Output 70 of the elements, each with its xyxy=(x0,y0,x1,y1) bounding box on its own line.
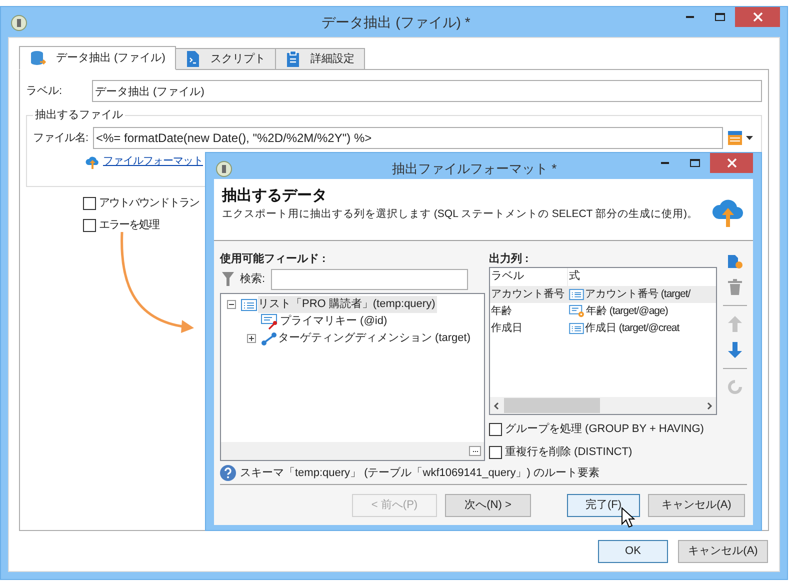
close-button[interactable] xyxy=(710,153,753,173)
form-icon xyxy=(728,131,742,145)
help-icon xyxy=(220,465,236,481)
window-title: データ抽出 (ファイル) * xyxy=(320,13,472,32)
tab[interactable]: 詳細設定 xyxy=(275,48,366,70)
section-label: 出力列 : xyxy=(489,252,529,266)
close-icon xyxy=(726,158,736,168)
dialog-description: エクスポート用に抽出する列を選択します (SQL ステートメントの SELECT 部分の生成に使用)。 xyxy=(222,207,698,222)
search-label: 検索: xyxy=(240,272,266,287)
column-header: 式 xyxy=(568,269,581,284)
table-cell-text: 作成日 (target/@creat xyxy=(585,320,680,336)
filter-icon xyxy=(222,272,234,286)
app-icon xyxy=(216,161,232,177)
table-cell-text: アカウント番号 (target/ xyxy=(585,286,690,302)
list-icon xyxy=(241,298,257,312)
field-label: ラベル: xyxy=(26,84,64,99)
expression-button[interactable] xyxy=(726,131,753,145)
add-column-icon[interactable] xyxy=(727,253,743,269)
field-icon xyxy=(569,289,584,300)
horizontal-scrollbar[interactable] xyxy=(490,397,716,414)
arrow-down-icon[interactable] xyxy=(728,342,742,358)
dialog-heading: 抽出するデータ xyxy=(222,186,328,206)
checkbox-label: グループを処理 (GROUP BY + HAVING) xyxy=(505,422,704,437)
checkbox-label: エラーを処理 xyxy=(99,218,159,233)
table-cell-text: 年齢 xyxy=(490,304,513,319)
dialog-button[interactable]: キャンセル(A) xyxy=(648,494,745,516)
computed-field-icon xyxy=(569,305,585,318)
table-cell-text: アカウント番号 xyxy=(490,286,566,302)
expand-toggle[interactable] xyxy=(247,334,256,343)
checkbox[interactable] xyxy=(83,218,96,232)
table-cell-text: 年齢 (target/@age) xyxy=(586,304,668,319)
section-label: 使用可能フィールド : xyxy=(220,252,326,266)
tab[interactable]: データ抽出 (ファイル) xyxy=(19,46,176,70)
close-icon xyxy=(752,12,762,22)
collapse-toggle[interactable] xyxy=(227,300,236,309)
tree-item[interactable]: ターゲティングディメンション (target) xyxy=(278,330,473,347)
checkbox[interactable] xyxy=(489,446,502,458)
key-field-icon xyxy=(261,314,279,330)
dialog-button[interactable]: OK xyxy=(598,540,668,562)
tree-item[interactable]: プライマリキー (@id) xyxy=(280,313,390,330)
help-text: スキーマ「temp:query」 (テーブル「wkf1069141_query」) のルート要素 xyxy=(240,466,600,481)
field-label: ファイル名: xyxy=(33,130,90,146)
clipboard-icon xyxy=(286,51,300,67)
filename-field[interactable]: <%= formatDate(new Date(), "%2D/%2M/%2Y") %> xyxy=(93,127,723,149)
label-field[interactable]: データ抽出 (ファイル) xyxy=(92,80,762,102)
checkbox[interactable] xyxy=(83,196,96,210)
dialog-button[interactable]: キャンセル(A) xyxy=(678,540,768,562)
tab[interactable]: スクリプト xyxy=(175,48,276,70)
more-button[interactable] xyxy=(469,446,481,456)
checkbox-label: 重複行を削除 (DISTINCT) xyxy=(505,444,632,460)
cloud-upload-icon xyxy=(85,155,100,169)
dialog-button[interactable]: 次へ(N) > xyxy=(445,494,531,516)
search-field[interactable] xyxy=(271,268,468,290)
close-button[interactable] xyxy=(735,7,780,27)
link-icon xyxy=(261,332,277,346)
tree-item[interactable]: リスト「PRO 購読者」(temp:query) xyxy=(258,296,438,313)
table-row[interactable]: アカウント番号 アカウント番号 (target/ xyxy=(490,286,716,303)
dialog-title: 抽出ファイルフォーマット * xyxy=(391,160,558,178)
caret-icon xyxy=(746,136,753,140)
checkbox[interactable] xyxy=(489,422,502,436)
checkbox-label: アウトバウンドトラン xyxy=(99,196,199,211)
table-row[interactable]: 作成日 作成日 (target/@creat xyxy=(490,320,716,337)
dialog-button[interactable]: 完了(F) xyxy=(567,494,640,516)
database-icon xyxy=(30,50,46,66)
table-row[interactable]: 年齢 年齢 (target/@age) xyxy=(490,303,716,320)
file-format-link[interactable]: ファイルフォーマット xyxy=(103,154,203,170)
app-icon xyxy=(11,15,27,31)
table-cell-text: 作成日 xyxy=(490,320,524,336)
field-icon xyxy=(569,323,584,334)
script-icon xyxy=(186,51,200,67)
